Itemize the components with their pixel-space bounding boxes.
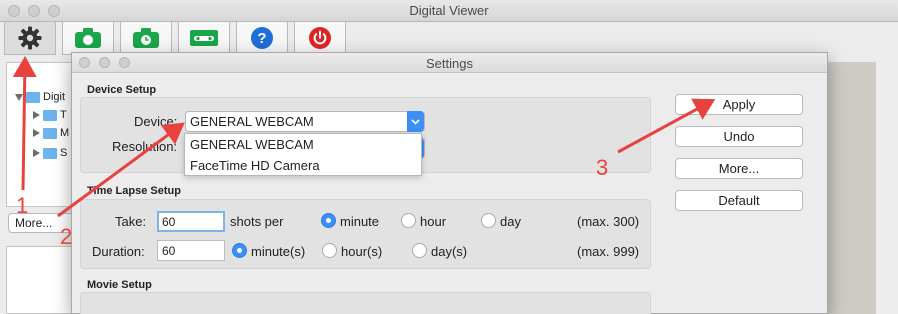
undo-button[interactable]: Undo xyxy=(675,126,803,147)
file-tree-panel: Digit T M S xyxy=(6,62,80,207)
default-button[interactable]: Default xyxy=(675,190,803,211)
tree-item[interactable]: S xyxy=(33,147,67,161)
left-lower-panel xyxy=(6,246,80,314)
tree-item-label: M xyxy=(60,127,70,139)
tree-item-label: T xyxy=(60,109,67,121)
resolution-label: Resolution: xyxy=(112,139,178,154)
main-titlebar: Digital Viewer xyxy=(0,0,898,22)
device-select[interactable]: GENERAL WEBCAM xyxy=(185,111,425,132)
shots-per-label: shots per xyxy=(230,214,284,229)
camera-icon xyxy=(75,28,101,48)
preview-area xyxy=(828,62,876,314)
gear-icon xyxy=(18,26,42,50)
duration-input[interactable]: 60 xyxy=(157,240,225,261)
duration-days-radio[interactable] xyxy=(412,243,427,258)
duration-max-label: (max. 999) xyxy=(577,244,640,259)
step-3-marker: 3 xyxy=(596,155,609,180)
tree-item-label: S xyxy=(60,147,68,159)
tree-item[interactable]: T xyxy=(33,109,67,123)
take-day-label: day xyxy=(500,214,521,229)
step-1-marker: 1 xyxy=(16,193,29,218)
take-minute-label: minute xyxy=(340,214,380,229)
take-max-label: (max. 300) xyxy=(577,214,640,229)
settings-button[interactable] xyxy=(4,22,56,55)
duration-days-label: day(s) xyxy=(431,244,468,259)
record-video-button[interactable] xyxy=(178,22,230,55)
video-camera-icon xyxy=(190,30,218,46)
toolbar: ? xyxy=(0,22,898,56)
capture-photo-button[interactable] xyxy=(62,22,114,55)
tree-item-label: Digit xyxy=(43,91,66,103)
take-day-radio[interactable] xyxy=(481,213,496,228)
power-icon xyxy=(309,27,331,49)
duration-hours-radio[interactable] xyxy=(322,243,337,258)
window-title: Digital Viewer xyxy=(409,3,489,18)
time-lapse-heading: Time Lapse Setup xyxy=(87,185,181,197)
folder-icon xyxy=(43,109,57,121)
take-label: Take: xyxy=(115,214,147,229)
movie-setup-group xyxy=(80,292,651,314)
device-dropdown-menu: GENERAL WEBCAM FaceTime HD Camera xyxy=(184,133,422,176)
more-button[interactable]: More... xyxy=(675,158,803,179)
duration-hours-label: hour(s) xyxy=(341,244,383,259)
timelapse-camera-icon xyxy=(133,28,159,48)
folder-icon xyxy=(26,91,40,103)
timelapse-button[interactable] xyxy=(120,22,172,55)
device-select-value: GENERAL WEBCAM xyxy=(190,114,314,129)
duration-minutes-label: minute(s) xyxy=(251,244,306,259)
dialog-title: Settings xyxy=(426,56,473,71)
chevron-down-icon[interactable] xyxy=(407,111,424,132)
help-icon: ? xyxy=(251,27,273,49)
device-label: Device: xyxy=(134,114,178,129)
duration-minutes-radio[interactable] xyxy=(232,243,247,258)
tree-item-root[interactable]: Digit xyxy=(15,91,65,105)
help-button[interactable]: ? xyxy=(236,22,288,55)
disclosure-collapsed-icon[interactable] xyxy=(33,111,40,120)
device-setup-heading: Device Setup xyxy=(87,84,157,96)
movie-setup-heading: Movie Setup xyxy=(87,279,152,291)
disclosure-collapsed-icon[interactable] xyxy=(33,149,40,158)
disclosure-expanded-icon[interactable] xyxy=(15,93,23,101)
dropdown-option[interactable]: GENERAL WEBCAM xyxy=(190,137,314,152)
apply-button[interactable]: Apply xyxy=(675,94,803,115)
dropdown-option[interactable]: FaceTime HD Camera xyxy=(190,158,320,173)
take-input[interactable]: 60 xyxy=(157,211,225,232)
folder-icon xyxy=(43,147,57,159)
power-button[interactable] xyxy=(294,22,346,55)
duration-label: Duration: xyxy=(92,244,145,259)
dialog-titlebar: Settings xyxy=(72,53,827,73)
tree-item[interactable]: M xyxy=(33,127,69,141)
folder-icon xyxy=(43,127,57,139)
take-hour-radio[interactable] xyxy=(401,213,416,228)
svg-text:?: ? xyxy=(257,30,266,47)
take-minute-radio[interactable] xyxy=(321,213,336,228)
disclosure-collapsed-icon[interactable] xyxy=(33,129,40,138)
step-2-marker: 2 xyxy=(60,224,73,249)
settings-dialog: Settings xyxy=(71,52,828,314)
take-hour-label: hour xyxy=(420,214,447,229)
